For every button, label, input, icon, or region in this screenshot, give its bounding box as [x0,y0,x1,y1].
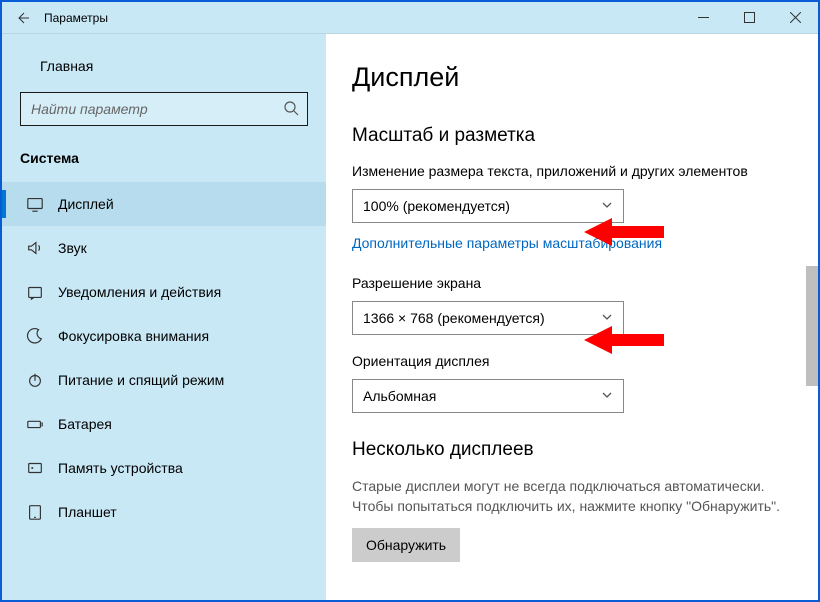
minimize-button[interactable] [680,2,726,33]
battery-icon [26,415,44,433]
chevron-down-icon [601,388,613,404]
search-input[interactable] [20,92,308,126]
nav-label: Питание и спящий режим [58,372,224,388]
tablet-icon [26,503,44,521]
scale-label: Изменение размера текста, приложений и д… [352,163,792,179]
nav-item-display[interactable]: Дисплей [2,182,326,226]
chevron-down-icon [601,198,613,214]
nav-item-focus[interactable]: Фокусировка внимания [2,314,326,358]
sidebar: Главная Система Дисплей Звук [2,34,326,600]
nav-label: Фокусировка внимания [58,328,209,344]
orientation-label: Ориентация дисплея [352,353,792,369]
detect-button[interactable]: Обнаружить [352,528,460,562]
nav-item-power[interactable]: Питание и спящий режим [2,358,326,402]
nav-item-notifications[interactable]: Уведомления и действия [2,270,326,314]
scrollbar-thumb[interactable] [806,266,818,386]
scale-value: 100% (рекомендуется) [363,198,510,214]
resolution-label: Разрешение экрана [352,275,792,291]
maximize-button[interactable] [726,2,772,33]
search-icon [283,100,299,119]
orientation-value: Альбомная [363,388,436,404]
moon-icon [26,327,44,345]
speaker-icon [26,239,44,257]
nav-label: Планшет [58,504,117,520]
orientation-dropdown[interactable]: Альбомная [352,379,624,413]
nav-label: Уведомления и действия [58,284,221,300]
power-icon [26,371,44,389]
home-button[interactable]: Главная [2,52,326,92]
nav-label: Память устройства [58,460,183,476]
storage-icon [26,459,44,477]
search-field[interactable] [29,100,283,118]
resolution-value: 1366 × 768 (рекомендуется) [363,310,545,326]
content-area: Дисплей Масштаб и разметка Изменение раз… [326,34,818,600]
section-multi-heading: Несколько дисплеев [352,439,792,461]
section-header: Система [2,144,326,182]
nav-item-battery[interactable]: Батарея [2,402,326,446]
window-title: Параметры [42,11,680,25]
titlebar: Параметры [2,2,818,34]
nav-list: Дисплей Звук Уведомления и действия Фоку… [2,182,326,600]
advanced-scaling-link[interactable]: Дополнительные параметры масштабирования [352,235,662,251]
section-scale-heading: Масштаб и разметка [352,125,792,147]
nav-item-storage[interactable]: Память устройства [2,446,326,490]
home-label: Главная [40,58,93,74]
nav-item-sound[interactable]: Звук [2,226,326,270]
close-button[interactable] [772,2,818,33]
resolution-dropdown[interactable]: 1366 × 768 (рекомендуется) [352,301,624,335]
scale-dropdown[interactable]: 100% (рекомендуется) [352,189,624,223]
nav-label: Батарея [58,416,112,432]
nav-label: Дисплей [58,196,114,212]
multi-note: Старые дисплеи могут не всегда подключат… [352,477,792,516]
monitor-icon [26,195,44,213]
page-title: Дисплей [352,62,792,93]
notification-icon [26,283,44,301]
nav-item-tablet[interactable]: Планшет [2,490,326,534]
back-button[interactable] [2,2,42,33]
chevron-down-icon [601,310,613,326]
nav-label: Звук [58,240,87,256]
